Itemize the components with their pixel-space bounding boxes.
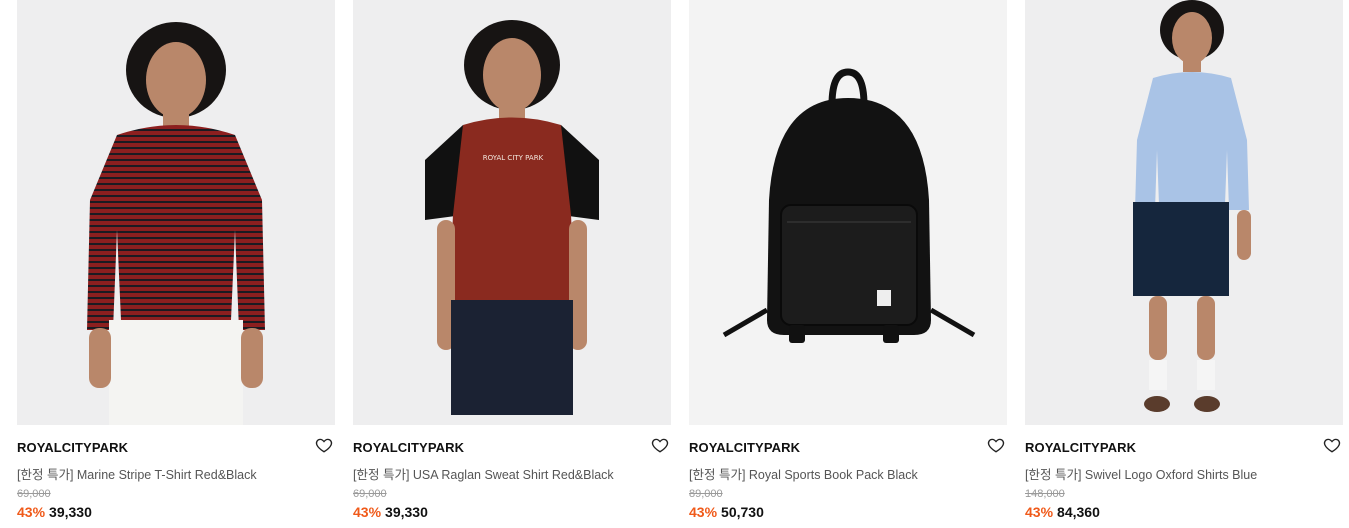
brand-name[interactable]: ROYALCITYPARK (1025, 440, 1136, 455)
product-grid: ROYALCITYPARK [한정 특가] Marine Stripe T-Sh… (0, 0, 1349, 528)
product-card[interactable]: ROYAL CITY PARK ROYALCITYPARK [한정 특가] US… (353, 0, 671, 528)
brand-name[interactable]: ROYALCITYPARK (17, 440, 128, 455)
product-image[interactable] (689, 0, 1007, 425)
svg-text:ROYAL CITY PARK: ROYAL CITY PARK (483, 154, 544, 162)
original-price: 89,000 (689, 488, 723, 500)
discount-rate: 43% (353, 504, 382, 520)
brand-name[interactable]: ROYALCITYPARK (689, 440, 800, 455)
product-card[interactable]: ROYALCITYPARK [한정 특가] Swivel Logo Oxford… (1025, 0, 1343, 528)
product-image[interactable]: ROYAL CITY PARK (353, 0, 671, 425)
sale-price-line: 43% 39,330 (353, 504, 428, 520)
product-image[interactable] (17, 0, 335, 425)
sale-price: 84,360 (1057, 504, 1100, 520)
sale-price: 39,330 (385, 504, 428, 520)
product-card[interactable]: ROYALCITYPARK [한정 특가] Royal Sports Book … (689, 0, 1007, 528)
sale-price-line: 43% 50,730 (689, 504, 764, 520)
heart-icon[interactable] (651, 436, 669, 454)
heart-icon[interactable] (315, 436, 333, 454)
sale-price-line: 43% 39,330 (17, 504, 92, 520)
discount-rate: 43% (17, 504, 46, 520)
product-card[interactable]: ROYALCITYPARK [한정 특가] Marine Stripe T-Sh… (17, 0, 335, 528)
heart-icon[interactable] (987, 436, 1005, 454)
product-image[interactable] (1025, 0, 1343, 425)
original-price: 69,000 (353, 488, 387, 500)
heart-icon[interactable] (1323, 436, 1341, 454)
original-price: 148,000 (1025, 488, 1065, 500)
product-name[interactable]: [한정 특가] Swivel Logo Oxford Shirts Blue (1025, 464, 1325, 483)
original-price: 69,000 (17, 488, 51, 500)
product-name[interactable]: [한정 특가] Marine Stripe T-Shirt Red&Black (17, 464, 317, 483)
sale-price-line: 43% 84,360 (1025, 504, 1100, 520)
sale-price: 50,730 (721, 504, 764, 520)
discount-rate: 43% (689, 504, 718, 520)
brand-name[interactable]: ROYALCITYPARK (353, 440, 464, 455)
sale-price: 39,330 (49, 504, 92, 520)
product-name[interactable]: [한정 특가] USA Raglan Sweat Shirt Red&Black (353, 464, 653, 483)
discount-rate: 43% (1025, 504, 1054, 520)
product-name[interactable]: [한정 특가] Royal Sports Book Pack Black (689, 464, 989, 483)
